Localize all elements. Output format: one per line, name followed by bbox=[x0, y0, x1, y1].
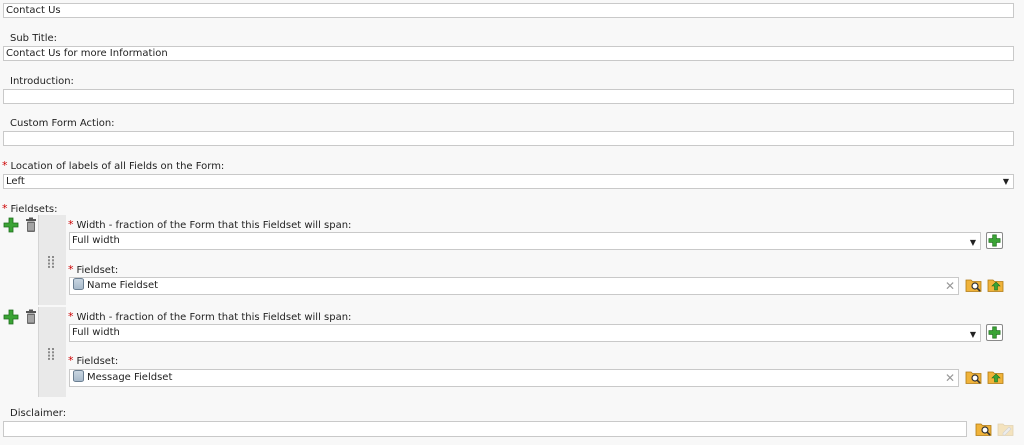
clear-icon[interactable]: ✕ bbox=[945, 370, 955, 386]
plus-icon bbox=[988, 234, 1001, 247]
chevron-down-icon: ▼ bbox=[1002, 177, 1009, 186]
upload-fieldset-button[interactable] bbox=[987, 369, 1004, 385]
fieldset-width-value: Full width bbox=[72, 327, 120, 338]
subtitle-label: Sub Title: bbox=[10, 33, 58, 44]
browse-disclaimer-button[interactable] bbox=[975, 421, 992, 437]
upload-fieldset-button[interactable] bbox=[987, 277, 1004, 293]
introduction-label: Introduction: bbox=[10, 76, 74, 87]
delete-item-button[interactable] bbox=[23, 309, 39, 325]
plus-icon bbox=[3, 309, 19, 325]
introduction-input[interactable] bbox=[3, 89, 1014, 104]
add-width-button[interactable] bbox=[986, 324, 1003, 341]
custom-action-label: Custom Form Action: bbox=[10, 118, 115, 129]
fieldset-width-label: * Width - fraction of the Form that this … bbox=[68, 310, 352, 323]
required-marker: * bbox=[2, 159, 8, 172]
disclaimer-input[interactable] bbox=[3, 421, 967, 437]
folder-search-icon bbox=[975, 423, 992, 436]
required-marker: * bbox=[68, 310, 74, 323]
required-marker: * bbox=[2, 202, 8, 215]
required-marker: * bbox=[68, 218, 74, 231]
grip-icon bbox=[48, 256, 54, 268]
plus-icon bbox=[3, 217, 19, 233]
fieldset-width-select[interactable]: Full width ▼ bbox=[69, 324, 981, 342]
trash-icon bbox=[26, 309, 36, 324]
grip-icon bbox=[48, 348, 54, 360]
fieldsets-label: * Fieldsets: bbox=[2, 202, 58, 215]
subtitle-input[interactable]: Contact Us for more Information bbox=[3, 46, 1014, 61]
plus-icon bbox=[988, 326, 1001, 339]
folder-search-icon bbox=[965, 371, 982, 384]
chevron-down-icon: ▼ bbox=[969, 238, 976, 247]
drag-handle[interactable] bbox=[38, 307, 66, 397]
add-item-button[interactable] bbox=[3, 217, 19, 233]
add-width-button[interactable] bbox=[986, 232, 1003, 249]
labels-location-value: Left bbox=[6, 176, 25, 187]
folder-edit-icon bbox=[997, 423, 1014, 436]
browse-fieldset-button[interactable] bbox=[965, 277, 982, 293]
browse-fieldset-button[interactable] bbox=[965, 369, 982, 385]
add-item-button[interactable] bbox=[3, 309, 19, 325]
required-marker: * bbox=[68, 263, 74, 276]
disclaimer-label: Disclaimer: bbox=[10, 408, 67, 419]
fieldset-lookup-input[interactable]: Name Fieldset ✕ bbox=[69, 277, 959, 295]
edit-disclaimer-button bbox=[997, 421, 1014, 437]
labels-location-label: * Location of labels of all Fields on the… bbox=[2, 159, 225, 172]
delete-item-button[interactable] bbox=[23, 217, 39, 233]
fieldset-value: Name Fieldset bbox=[87, 280, 159, 291]
labels-location-select[interactable]: Left ▼ bbox=[3, 174, 1014, 189]
trash-icon bbox=[26, 217, 36, 232]
fieldset-lookup-input[interactable]: Message Fieldset ✕ bbox=[69, 369, 959, 387]
fieldset-width-value: Full width bbox=[72, 235, 120, 246]
clear-icon[interactable]: ✕ bbox=[945, 278, 955, 294]
fieldset-width-label: * Width - fraction of the Form that this … bbox=[68, 218, 352, 231]
database-icon bbox=[73, 278, 84, 290]
database-icon bbox=[73, 370, 84, 382]
title-input[interactable]: Contact Us bbox=[3, 3, 1014, 18]
fieldset-width-select[interactable]: Full width ▼ bbox=[69, 232, 981, 250]
chevron-down-icon: ▼ bbox=[969, 330, 976, 339]
fieldset-value: Message Fieldset bbox=[87, 372, 173, 383]
folder-upload-icon bbox=[987, 279, 1004, 292]
required-marker: * bbox=[68, 354, 74, 367]
folder-upload-icon bbox=[987, 371, 1004, 384]
folder-search-icon bbox=[965, 279, 982, 292]
fieldset-label: * Fieldset: bbox=[68, 354, 119, 367]
fieldset-label: * Fieldset: bbox=[68, 263, 119, 276]
drag-handle[interactable] bbox=[38, 215, 66, 305]
custom-action-input[interactable] bbox=[3, 131, 1014, 146]
